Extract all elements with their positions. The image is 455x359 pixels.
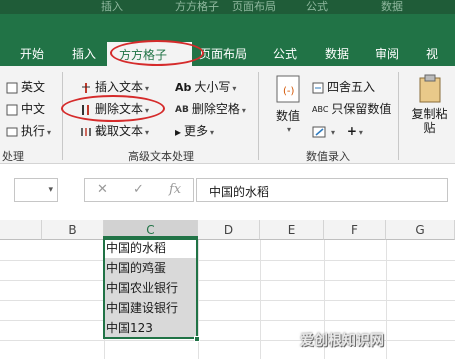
round-icon (312, 82, 324, 93)
column-header-d[interactable]: D (198, 220, 260, 240)
tab-page-layout[interactable]: 页面布局 (199, 46, 247, 62)
bg-tab: 数据 (381, 0, 403, 13)
group-divider (62, 72, 63, 160)
paste-label: 贴 (423, 121, 436, 135)
chevron-down-icon: ▾ (47, 128, 52, 137)
bg-tab: 方方格子 (175, 0, 219, 13)
edit-icon (312, 126, 326, 137)
group-label-text: 高级文本处理 (128, 150, 194, 163)
ribbon-body: 英文 中文 执行 ▾ 处理 插入文本 ▾ 删除文本 ▾ 截取文本 ▾ Ab 大小写 ▾ AB… (0, 66, 455, 164)
chevron-down-icon: ▾ (48, 185, 53, 195)
name-box[interactable]: ▾ (14, 178, 58, 202)
column-header-e[interactable]: E (260, 220, 324, 240)
round-button[interactable]: 四舍五入 (312, 80, 375, 94)
svg-text:(-): (-) (283, 86, 295, 97)
formula-bar: ▾ ✕ ✓ fx 中国的水稻 (0, 164, 455, 216)
value-button[interactable]: (-) 数值 ▾ (268, 74, 308, 134)
chevron-down-icon: ▾ (145, 106, 150, 115)
tab-fangfanggezi-label: 方方格子 (119, 48, 168, 62)
grid-line (0, 280, 455, 281)
delete-text-icon (82, 104, 89, 115)
group-label-numeric: 数值录入 (306, 150, 350, 163)
spreadsheet-grid: B C D E F G 中国的水稻 中国的鸡蛋 中国农业银行 中国建设银行 中国… (0, 216, 455, 359)
tab-view[interactable]: 视 (426, 46, 438, 62)
chevron-down-icon: ▾ (358, 128, 363, 137)
ribbon-tab-bar: 开始 插入 方方格子 页面布局 公式 数据 审阅 视 (0, 14, 455, 66)
chevron-down-icon: ▾ (145, 84, 150, 93)
copy-label: 复制粘 (411, 107, 448, 121)
tab-review[interactable]: 审阅 (375, 46, 399, 62)
clipboard-icon (419, 74, 440, 103)
formula-controls: ✕ ✓ fx (84, 178, 194, 202)
tab-formulas[interactable]: 公式 (273, 46, 297, 62)
keep-value-button[interactable]: ABC 只保留数值 (312, 102, 391, 117)
chevron-down-icon: ▾ (241, 106, 246, 115)
fx-icon[interactable]: fx (169, 182, 181, 197)
group-divider (398, 72, 399, 160)
run-icon (6, 127, 18, 136)
case-button[interactable]: Ab 大小写 ▾ (175, 80, 236, 96)
keep-value-icon: ABC (312, 104, 329, 114)
english-button[interactable]: 英文 (6, 80, 45, 94)
confirm-icon[interactable]: ✓ (133, 182, 144, 197)
extract-text-button[interactable]: 截取文本 ▾ (80, 124, 149, 140)
case-icon: Ab (175, 80, 192, 94)
grid-line (0, 260, 455, 261)
tab-home[interactable]: 开始 (20, 46, 44, 62)
bg-tab: 插入 (101, 0, 123, 13)
delete-space-icon: AB (175, 104, 189, 115)
grid-line (0, 340, 455, 341)
column-header-f[interactable]: F (324, 220, 386, 240)
chevron-down-icon: ▾ (210, 128, 215, 137)
chevron-down-icon: ▾ (331, 128, 336, 137)
column-header-g[interactable]: G (386, 220, 455, 240)
insert-text-button[interactable]: 插入文本 ▾ (80, 80, 149, 96)
value-button-label: 数值 (275, 109, 300, 123)
formula-input[interactable]: 中国的水稻 (196, 178, 448, 202)
group-divider (258, 72, 259, 160)
background-window-strip: 插入 方方格子 页面布局 公式 数据 (0, 0, 455, 14)
chevron-down-icon: ▾ (145, 128, 150, 137)
insert-text-icon (82, 82, 90, 93)
cell-c2[interactable]: 中国的鸡蛋 (104, 258, 197, 278)
value-icon: (-) (276, 75, 300, 103)
execute-button[interactable]: 执行 ▾ (6, 124, 51, 140)
arrow-right-icon: ▸ (175, 124, 182, 139)
formula-value: 中国的水稻 (209, 185, 270, 199)
tab-insert[interactable]: 插入 (72, 46, 96, 62)
checkbox-icon (6, 104, 18, 115)
column-header-c[interactable]: C (104, 220, 198, 240)
chevron-down-icon: ▾ (232, 84, 237, 93)
tab-fangfanggezi[interactable]: 方方格子 (107, 42, 192, 66)
chinese-button[interactable]: 中文 (6, 102, 45, 116)
fill-handle[interactable] (194, 336, 200, 342)
delete-space-button[interactable]: AB 删除空格 ▾ (175, 102, 246, 118)
watermark: 爱创根知识网 (300, 333, 384, 349)
column-header-b[interactable]: B (42, 220, 104, 240)
extract-text-icon (81, 127, 91, 136)
checkbox-icon (6, 82, 18, 93)
cell-c3[interactable]: 中国农业银行 (104, 278, 197, 298)
cancel-icon[interactable]: ✕ (97, 182, 108, 197)
cell-c5[interactable]: 中国123 (104, 318, 197, 338)
extra-tools[interactable]: ▾ + ▾ (312, 124, 363, 140)
plus-icon: + (346, 124, 357, 138)
bg-tab: 页面布局 (232, 0, 276, 13)
bg-tab: 公式 (306, 0, 328, 13)
copy-paste-button[interactable]: 复制粘 贴 (404, 74, 455, 135)
delete-text-button[interactable]: 删除文本 ▾ (80, 102, 149, 118)
group-label-process: 处理 (2, 150, 24, 163)
more-button[interactable]: ▸ 更多 ▾ (175, 124, 214, 140)
tab-data[interactable]: 数据 (325, 46, 349, 62)
cell-c1[interactable]: 中国的水稻 (104, 238, 197, 258)
chevron-down-icon: ▾ (286, 125, 291, 134)
grid-line (0, 320, 455, 321)
grid-line (0, 300, 455, 301)
cell-c4[interactable]: 中国建设银行 (104, 298, 197, 318)
corner-header (0, 220, 42, 240)
